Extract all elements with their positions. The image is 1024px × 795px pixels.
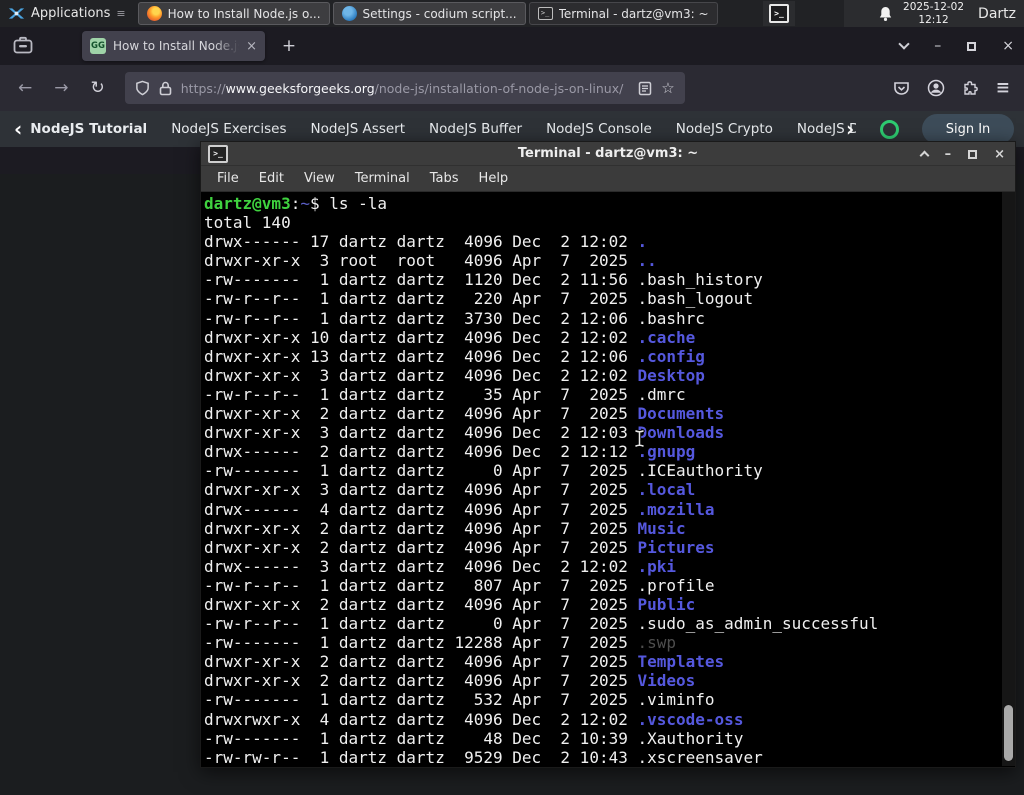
- terminal-menu-file[interactable]: File: [207, 171, 249, 186]
- terminal-title: Terminal - dartz@vm3: ~: [517, 146, 699, 161]
- clock-date: 2025-12-02: [903, 1, 965, 14]
- terminal-menu-help[interactable]: Help: [469, 171, 519, 186]
- mouse-cursor-ibeam: [634, 429, 645, 448]
- site-search-icon[interactable]: [880, 119, 899, 139]
- extensions-puzzle-icon[interactable]: [962, 80, 979, 97]
- tracking-shield-icon[interactable]: [135, 80, 150, 96]
- site-nav-link[interactable]: NodeJS Buffer: [429, 121, 522, 137]
- subnav-scroll-left-icon[interactable]: ‹: [14, 119, 22, 139]
- site-nav-links: NodeJS Tutorial NodeJS Exercises NodeJS As…: [30, 121, 856, 137]
- clock[interactable]: 2025-12-02 12:12: [903, 1, 964, 25]
- new-tab-button[interactable]: +: [278, 36, 300, 56]
- taskbar-item-label: How to Install Node.js o...: [167, 6, 321, 21]
- tab-title: How to Install Node.js on: [113, 39, 240, 53]
- taskbar-item-label: Settings - codium script...: [362, 6, 517, 21]
- terminal-icon: >_: [769, 4, 789, 23]
- terminal-close-button[interactable]: ×: [994, 147, 1005, 162]
- list-all-tabs-icon[interactable]: [898, 38, 910, 50]
- notification-bell-icon[interactable]: [878, 6, 893, 22]
- reload-button[interactable]: ↻: [91, 78, 105, 98]
- taskbar: How to Install Node.js o... Settings - c…: [137, 0, 718, 27]
- site-nav-link[interactable]: NodeJS Exercises: [171, 121, 286, 137]
- site-nav-link[interactable]: NodeJS Tutorial: [30, 121, 147, 137]
- terminal-screen[interactable]: dartz@vm3:~$ ls -la total 140 drwx------ 1…: [201, 192, 1015, 766]
- terminal-scrollbar[interactable]: [1002, 192, 1015, 766]
- sign-in-button[interactable]: Sign In: [922, 114, 1014, 144]
- panel-status-area: 2025-12-02 12:12 Dartz: [844, 0, 1024, 27]
- menu-caret-icon: ≡: [116, 7, 126, 20]
- url-text[interactable]: https://www.geeksforgeeks.org/node-js/in…: [181, 81, 630, 96]
- menu-hamburger-icon[interactable]: ≡: [996, 78, 1010, 98]
- site-nav-link[interactable]: NodeJS Console: [546, 121, 652, 137]
- tray-terminal-launcher[interactable]: >_: [763, 1, 795, 26]
- desktop-panel: Applications ≡ How to Install Node.js o.…: [0, 0, 1024, 27]
- user-menu[interactable]: Dartz: [978, 6, 1016, 22]
- terminal-output: dartz@vm3:~$ ls -la total 140 drwx------ 1…: [204, 194, 879, 766]
- terminal-menu-view[interactable]: View: [294, 171, 345, 186]
- firefox-icon: [146, 6, 162, 21]
- reader-view-icon[interactable]: [638, 81, 652, 96]
- applications-menu-button[interactable]: Applications ≡: [0, 0, 134, 27]
- site-nav-link[interactable]: NodeJS Crypto: [676, 121, 773, 137]
- terminal-menubar: File Edit View Terminal Tabs Help: [201, 166, 1015, 192]
- tab-bar: GG How to Install Node.js on × + – ×: [0, 27, 1024, 65]
- url-bar[interactable]: https://www.geeksforgeeks.org/node-js/in…: [124, 72, 685, 104]
- terminal-maximize-button[interactable]: [968, 149, 978, 159]
- tab-close-icon[interactable]: ×: [246, 39, 257, 54]
- taskbar-item-terminal[interactable]: >_ Terminal - dartz@vm3: ~: [528, 2, 718, 25]
- distro-logo-icon: [8, 8, 25, 19]
- window-restore-button[interactable]: [967, 41, 977, 51]
- taskbar-item-codium[interactable]: Settings - codium script...: [332, 2, 526, 25]
- bookmark-star-icon[interactable]: ☆: [661, 79, 674, 97]
- window-close-button[interactable]: ×: [1002, 38, 1014, 54]
- terminal-menu-terminal[interactable]: Terminal: [345, 171, 420, 186]
- firefox-view-icon[interactable]: [12, 36, 34, 56]
- codium-icon: [341, 6, 357, 21]
- pocket-icon[interactable]: [893, 80, 910, 97]
- account-icon[interactable]: [927, 79, 945, 97]
- terminal-icon: >_: [537, 7, 553, 20]
- geeksforgeeks-favicon: GG: [90, 38, 106, 54]
- subnav-scroll-right-icon[interactable]: ›: [846, 117, 854, 141]
- terminal-menu-tabs[interactable]: Tabs: [420, 171, 469, 186]
- terminal-titlebar[interactable]: >_ Terminal - dartz@vm3: ~ – ×: [201, 142, 1015, 166]
- applications-label: Applications: [31, 6, 111, 21]
- tab-active[interactable]: GG How to Install Node.js on ×: [82, 31, 265, 61]
- lock-icon[interactable]: [159, 81, 172, 96]
- taskbar-item-firefox[interactable]: How to Install Node.js o...: [137, 2, 330, 25]
- window-minimize-button[interactable]: –: [934, 38, 941, 54]
- terminal-minimize-button[interactable]: –: [945, 147, 952, 162]
- forward-button[interactable]: →: [54, 78, 68, 98]
- back-button[interactable]: ←: [18, 78, 32, 98]
- navigation-toolbar: ← → ↻ https://www.geeksforgeeks.org/node…: [0, 65, 1024, 111]
- terminal-shade-button[interactable]: [919, 150, 930, 161]
- terminal-scrollbar-thumb[interactable]: [1004, 705, 1013, 761]
- terminal-icon: >_: [208, 145, 228, 163]
- site-nav-link[interactable]: NodeJS Assert: [310, 121, 405, 137]
- taskbar-item-label: Terminal - dartz@vm3: ~: [558, 6, 709, 21]
- clock-time: 12:12: [918, 13, 949, 26]
- terminal-window: >_ Terminal - dartz@vm3: ~ – × File Edit V…: [200, 141, 1016, 768]
- terminal-menu-edit[interactable]: Edit: [249, 171, 294, 186]
